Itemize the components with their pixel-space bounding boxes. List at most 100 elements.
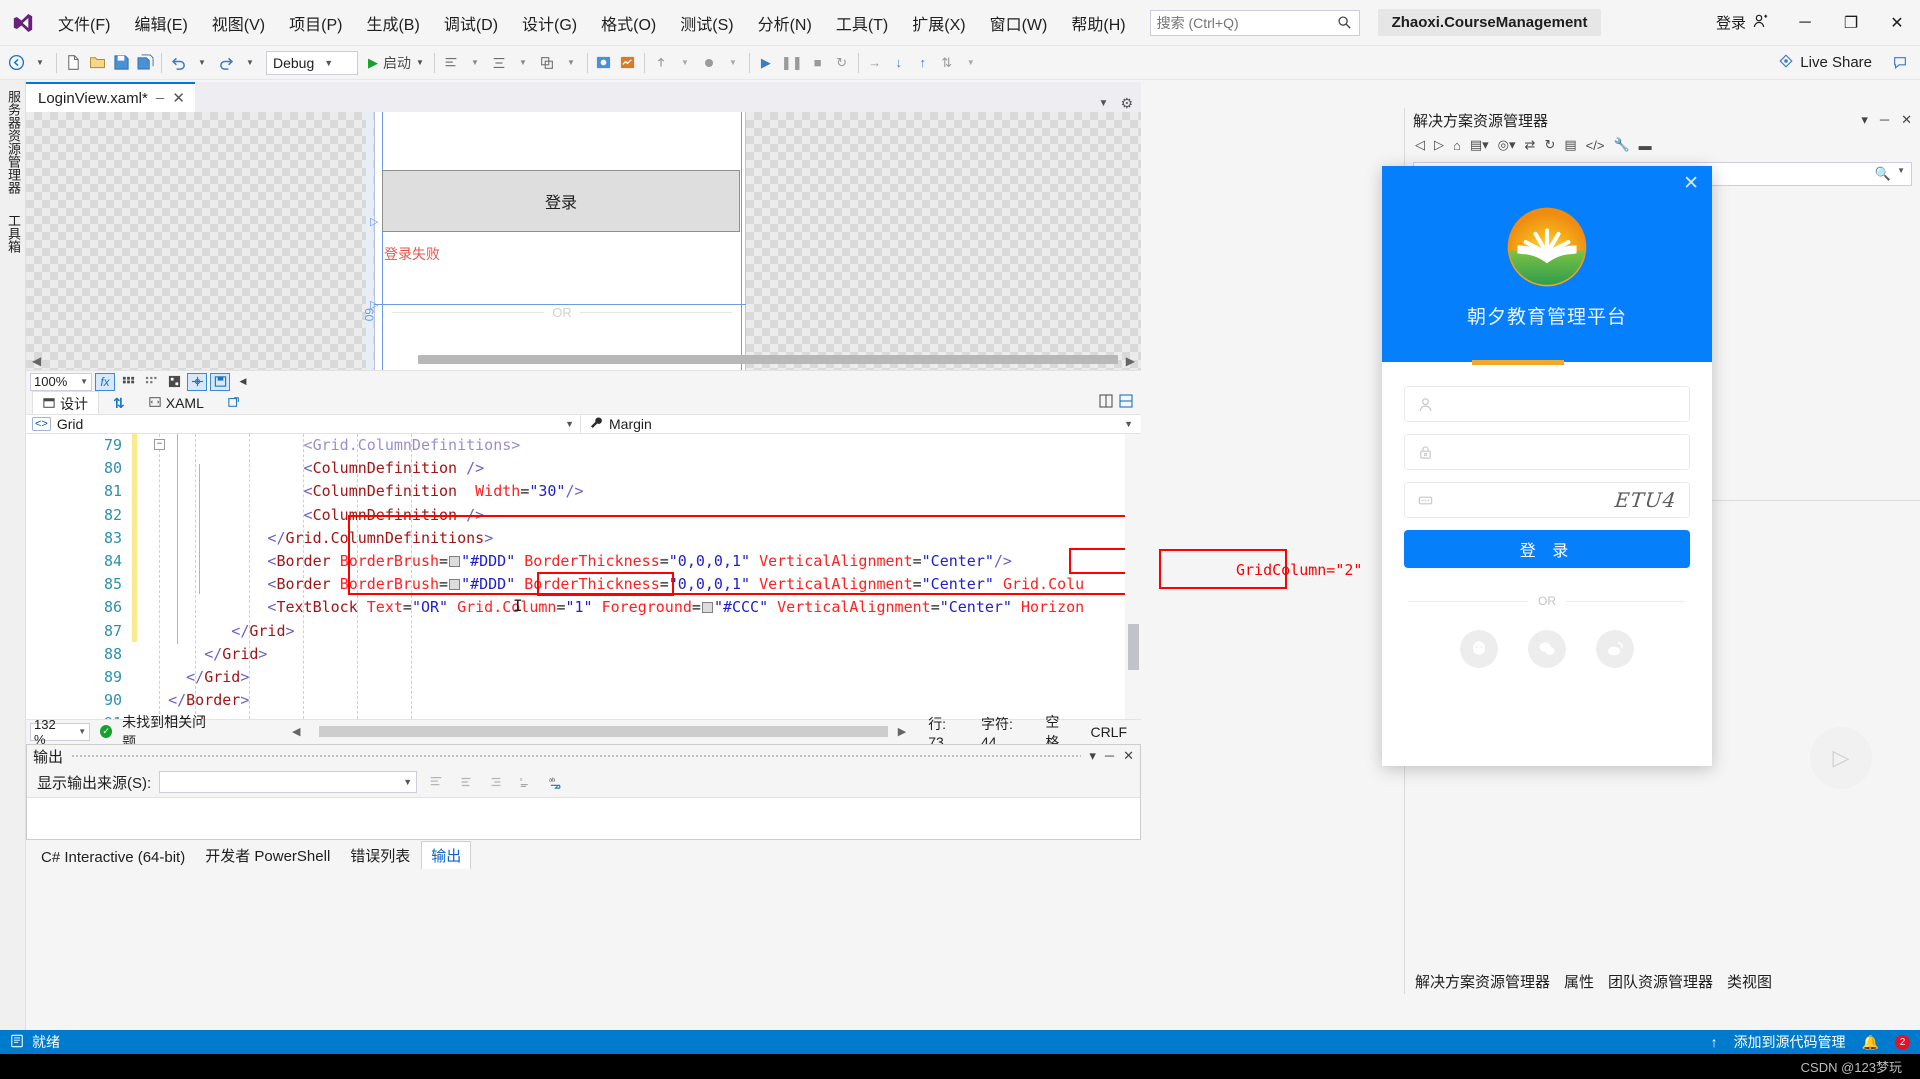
panel-tab-properties[interactable]: 属性 [1564, 971, 1594, 992]
designer-hscrollbar-thumb[interactable] [418, 355, 1118, 364]
zoom-more-icon[interactable]: ◀ [233, 373, 253, 391]
xaml-designer-surface[interactable]: 登录 登录失败 ▷ ▷ 60 OR ◀ ▶ [26, 112, 1141, 370]
menu-item-design[interactable]: 设计(G) [510, 0, 589, 45]
maximize-button[interactable]: ❐ [1828, 0, 1874, 46]
toggle-word-wrap-icon[interactable]: x [515, 772, 537, 792]
hscroll-right-icon[interactable]: ▶ [898, 725, 906, 738]
dock-tab-output[interactable]: 输出 [421, 841, 472, 869]
tab-list-chevron-icon[interactable]: ▼ [1099, 98, 1109, 109]
collapse-region-toggle[interactable]: − [154, 439, 165, 450]
swap-panes-button[interactable]: ⇅ [103, 393, 135, 414]
designer-zoom-dropdown[interactable]: 100% ▼ [30, 372, 92, 391]
breakpoints-dropdown-icon[interactable]: ▼ [721, 50, 745, 76]
forward-nav-icon[interactable]: ▷ [1434, 137, 1444, 153]
save-icon[interactable] [109, 50, 133, 76]
editor-code-area[interactable]: − <Grid.ColumnDefinitions> <ColumnDefini… [141, 434, 1141, 719]
go-to-message-icon[interactable] [485, 772, 507, 792]
social-login-weibo-icon[interactable] [1596, 630, 1634, 668]
breakpoints-icon[interactable] [697, 50, 721, 76]
home-icon[interactable]: ⌂ [1453, 138, 1461, 153]
open-file-icon[interactable] [85, 50, 109, 76]
start-debug-icon[interactable]: ▶ 启动 ▼ [362, 50, 430, 76]
solution-explorer-menu-icon[interactable]: ▾ [1861, 112, 1868, 128]
panel-tab-team-explorer[interactable]: 团队资源管理器 [1608, 971, 1713, 992]
view-code-icon[interactable]: </> [1586, 138, 1605, 153]
intellitrace-icon[interactable] [592, 50, 616, 76]
continue-icon[interactable]: ▶ [754, 50, 778, 76]
more-tools-icon[interactable]: ▬ [1639, 138, 1652, 153]
feedback-icon[interactable] [1888, 50, 1912, 76]
redo-dropdown-icon[interactable]: ▼ [238, 50, 262, 76]
sidebar-item-toolbox[interactable]: 工具箱 [0, 204, 27, 263]
output-pin-icon[interactable]: ─ [1105, 748, 1114, 764]
editor-zoom-dropdown[interactable]: 132 % ▼ [30, 717, 91, 747]
pin-icon[interactable]: ─ [156, 91, 165, 105]
panel-tab-class-view[interactable]: 类视图 [1727, 971, 1772, 992]
collapse-all-icon[interactable]: ▤ [1564, 137, 1576, 153]
solution-configuration-dropdown[interactable]: Debug ▼ [266, 50, 358, 75]
captcha-input[interactable] [1444, 492, 1504, 508]
navigate-dropdown-icon[interactable]: ▼ [28, 50, 52, 76]
pending-changes-icon[interactable]: ▤▾ [1470, 137, 1489, 153]
panel-tab-solution-explorer[interactable]: 解决方案资源管理器 [1415, 971, 1550, 992]
designer-scroll-left-icon[interactable]: ◀ [32, 354, 41, 368]
properties-window-icon[interactable]: ◎▾ [1498, 137, 1516, 153]
tab-design[interactable]: 设计 [32, 390, 99, 416]
editor-scrollbar-thumb[interactable] [1128, 624, 1139, 670]
thread-dropdown-icon[interactable]: ▼ [959, 50, 983, 76]
snap-to-grid-icon[interactable] [141, 373, 161, 391]
property-selector-dropdown[interactable]: Margin ▼ [581, 415, 1141, 433]
login-submit-button[interactable]: 登 录 [1404, 530, 1690, 568]
step-over-icon[interactable]: → [863, 50, 887, 76]
save-all-icon[interactable] [133, 50, 157, 76]
back-nav-icon[interactable]: ◁ [1415, 137, 1425, 153]
diagnostic-tools-icon[interactable] [616, 50, 640, 76]
feedback-floating-icon[interactable]: ▷ [1810, 727, 1872, 789]
menu-item-build[interactable]: 生成(B) [354, 0, 431, 45]
solution-explorer-close-icon[interactable]: ✕ [1901, 112, 1912, 128]
menu-item-file[interactable]: 文件(F) [46, 0, 122, 45]
tab-settings-icon[interactable]: ⚙ [1120, 95, 1133, 112]
output-panel-body[interactable] [27, 797, 1140, 839]
xaml-code-editor[interactable]: 79 80 81 82 83 84 85 86 87 88 89 90 91 9… [26, 434, 1141, 719]
output-source-dropdown[interactable]: ▼ [159, 771, 418, 793]
notifications-icon[interactable]: 🔔 [1862, 1034, 1879, 1051]
chevron-down-icon-solution-search[interactable]: ▼ [1897, 166, 1905, 182]
menu-item-format[interactable]: 格式(O) [589, 0, 668, 45]
search-input[interactable] [1156, 14, 1353, 31]
tab-xaml[interactable]: XAML [139, 393, 214, 413]
menu-item-project[interactable]: 项目(P) [277, 0, 354, 45]
effects-fx-icon[interactable]: fx [95, 372, 115, 391]
close-button[interactable]: ✕ [1874, 0, 1920, 46]
show-all-files-icon[interactable]: ⇄ [1525, 137, 1536, 153]
output-menu-icon[interactable]: ▾ [1089, 748, 1096, 764]
social-login-wechat-icon[interactable] [1528, 630, 1566, 668]
captcha-image-text[interactable]: ETU4 [1614, 488, 1678, 512]
solution-explorer-pin-icon[interactable]: ─ [1880, 112, 1889, 128]
menu-item-help[interactable]: 帮助(H) [1059, 0, 1137, 45]
navigate-backward-icon[interactable] [4, 50, 28, 76]
new-file-icon[interactable] [61, 50, 85, 76]
undo-dropdown-icon[interactable]: ▼ [190, 50, 214, 76]
element-selector-dropdown[interactable]: <> Grid ▼ [26, 415, 581, 433]
captcha-field[interactable]: ETU4 [1404, 482, 1690, 518]
close-icon[interactable]: ✕ [172, 89, 185, 107]
alignment-handles-icon[interactable] [187, 372, 207, 391]
quick-search-box[interactable] [1149, 9, 1360, 36]
menu-item-edit[interactable]: 编辑(E) [122, 0, 199, 45]
pause-icon[interactable]: ❚❚ [778, 50, 806, 76]
restart-icon[interactable]: ↻ [830, 50, 854, 76]
menu-item-test[interactable]: 测试(S) [668, 0, 745, 45]
editor-vertical-scrollbar[interactable] [1125, 434, 1141, 719]
snap-to-alignment-icon[interactable] [164, 373, 184, 391]
source-control-label[interactable]: 添加到源代码管理 [1734, 1032, 1846, 1052]
login-close-icon[interactable]: ✕ [1683, 174, 1699, 193]
password-input[interactable] [1444, 444, 1677, 460]
dock-tab-powershell[interactable]: 开发者 PowerShell [196, 842, 339, 869]
step-into-icon[interactable]: ↓ [887, 50, 911, 76]
sidebar-item-server-explorer[interactable]: 服务器资源管理器 [0, 80, 27, 204]
username-field[interactable] [1404, 386, 1690, 422]
order-dropdown-icon[interactable]: ▼ [559, 50, 583, 76]
redo-icon[interactable] [214, 50, 238, 76]
drag-handle[interactable] [71, 753, 1082, 759]
